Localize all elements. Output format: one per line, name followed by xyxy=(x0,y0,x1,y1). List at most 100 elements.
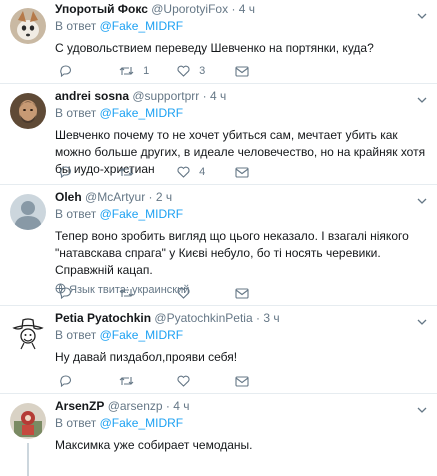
man-photo-avatar[interactable] xyxy=(10,93,46,129)
tweet[interactable]: ArsenZP @arsenzp · 4 ч В ответ @Fake_MID… xyxy=(0,394,437,476)
reply-context: В ответ @Fake_MIDRF xyxy=(55,207,429,222)
tweet-text: С удовольствием переведу Шевченко на пор… xyxy=(55,41,374,55)
retweet-button[interactable] xyxy=(119,286,140,300)
retweet-button[interactable] xyxy=(119,374,140,388)
reply-context: В ответ @Fake_MIDRF xyxy=(55,328,429,343)
reply-prefix: В ответ xyxy=(55,106,97,120)
mention-link[interactable]: @Fake_MIDRF xyxy=(100,328,184,342)
chevron-down-icon[interactable] xyxy=(417,193,427,207)
tweet-header: andrei sosna @supportprr · 4 ч xyxy=(55,89,429,104)
display-name[interactable]: Petia Pyatochkin xyxy=(55,311,151,325)
reply-icon xyxy=(59,287,72,300)
mention-link[interactable]: @Fake_MIDRF xyxy=(100,207,184,221)
reply-prefix: В ответ xyxy=(55,207,97,221)
reply-context: В ответ @Fake_MIDRF xyxy=(55,19,429,34)
reply-icon xyxy=(59,65,72,78)
tweet-header: Oleh @McArtyur · 2 ч xyxy=(55,190,429,205)
chevron-down-icon[interactable] xyxy=(417,8,427,22)
tweet[interactable]: andrei sosna @supportprr · 4 ч В ответ @… xyxy=(0,84,437,185)
mention-link[interactable]: @Fake_MIDRF xyxy=(100,416,184,430)
tweet-header: Petia Pyatochkin @PyatochkinPetia · 3 ч xyxy=(55,311,429,326)
mention-link[interactable]: @Fake_MIDRF xyxy=(100,19,184,33)
retweet-count: 1 xyxy=(143,65,150,77)
arsen-avatar[interactable] xyxy=(10,403,46,439)
default-avatar[interactable] xyxy=(10,194,46,230)
mention-link[interactable]: @Fake_MIDRF xyxy=(100,106,184,120)
direct-message-button[interactable] xyxy=(235,286,249,300)
tweet-header: Упоротый Фокс @UporotyiFox · 4 ч xyxy=(55,2,429,17)
display-name[interactable]: Oleh xyxy=(55,190,82,204)
reply-button[interactable] xyxy=(59,286,78,300)
retweet-icon xyxy=(119,65,134,77)
cowboy-avatar[interactable] xyxy=(10,315,46,351)
direct-message-button[interactable] xyxy=(235,374,249,388)
tweet-text: Максимка уже собирает чемоданы. xyxy=(55,438,253,452)
separator-dot: · xyxy=(148,190,153,204)
reply-icon xyxy=(59,166,72,179)
reply-button[interactable] xyxy=(59,64,78,78)
direct-message-button[interactable] xyxy=(235,64,249,78)
tweet-actions: 1 3 xyxy=(55,64,255,78)
heart-icon xyxy=(177,166,190,178)
timestamp[interactable]: 4 ч xyxy=(239,2,255,16)
tweet[interactable]: Упоротый Фокс @UporotyiFox · 4 ч В ответ… xyxy=(0,0,437,84)
reply-icon xyxy=(59,375,72,388)
heart-icon xyxy=(177,65,190,77)
reply-prefix: В ответ xyxy=(55,328,97,342)
heart-icon xyxy=(177,287,190,299)
like-count: 3 xyxy=(199,65,206,77)
tweet-actions xyxy=(55,286,255,300)
tweet[interactable]: Petia Pyatochkin @PyatochkinPetia · 3 ч … xyxy=(0,306,437,394)
timestamp[interactable]: 2 ч xyxy=(156,190,172,204)
user-handle[interactable]: @supportprr xyxy=(132,89,199,103)
user-handle[interactable]: @McArtyur xyxy=(85,190,145,204)
tweet-text: Ну давай пиздабол,прояви себя! xyxy=(55,350,238,364)
timestamp[interactable]: 4 ч xyxy=(210,89,226,103)
user-handle[interactable]: @UporotyiFox xyxy=(151,2,228,16)
envelope-icon xyxy=(235,375,249,387)
user-handle[interactable]: @PyatochkinPetia xyxy=(154,311,252,325)
reply-context: В ответ @Fake_MIDRF xyxy=(55,106,429,121)
separator-dot: · xyxy=(255,311,260,325)
like-count: 4 xyxy=(199,166,206,178)
like-button[interactable]: 4 xyxy=(177,165,205,179)
separator-dot: · xyxy=(165,399,170,413)
tweet[interactable]: Oleh @McArtyur · 2 ч В ответ @Fake_MIDRF… xyxy=(0,185,437,306)
reply-prefix: В ответ xyxy=(55,416,97,430)
thread-line xyxy=(27,443,29,476)
reply-prefix: В ответ xyxy=(55,19,97,33)
chevron-down-icon[interactable] xyxy=(417,92,427,106)
display-name[interactable]: ArsenZP xyxy=(55,399,104,413)
heart-icon xyxy=(177,375,190,387)
tweet-header: ArsenZP @arsenzp · 4 ч xyxy=(55,399,429,414)
retweet-icon xyxy=(119,375,134,387)
retweet-button[interactable]: 1 xyxy=(119,64,149,78)
replies-feed: Упоротый Фокс @UporotyiFox · 4 ч В ответ… xyxy=(0,0,437,476)
separator-dot: · xyxy=(202,89,207,103)
retweet-icon xyxy=(119,287,134,299)
tweet-actions xyxy=(55,374,255,388)
timestamp[interactable]: 4 ч xyxy=(173,399,189,413)
fox-avatar[interactable] xyxy=(10,8,46,44)
tweet-actions: 4 xyxy=(55,165,255,179)
envelope-icon xyxy=(235,65,249,77)
like-button[interactable]: 3 xyxy=(177,64,205,78)
reply-button[interactable] xyxy=(59,374,78,388)
direct-message-button[interactable] xyxy=(235,165,249,179)
user-handle[interactable]: @arsenzp xyxy=(108,399,163,413)
envelope-icon xyxy=(235,287,249,299)
display-name[interactable]: Упоротый Фокс xyxy=(55,2,148,16)
display-name[interactable]: andrei sosna xyxy=(55,89,129,103)
chevron-down-icon[interactable] xyxy=(417,314,427,328)
reply-button[interactable] xyxy=(59,165,78,179)
retweet-button[interactable] xyxy=(119,165,140,179)
tweet-text: Тепер воно зробить вигляд що цього неказ… xyxy=(55,229,409,277)
separator-dot: · xyxy=(231,2,236,16)
chevron-down-icon[interactable] xyxy=(417,402,427,416)
retweet-icon xyxy=(119,166,134,178)
timestamp[interactable]: 3 ч xyxy=(263,311,279,325)
like-button[interactable] xyxy=(177,374,196,388)
reply-context: В ответ @Fake_MIDRF xyxy=(55,416,429,431)
like-button[interactable] xyxy=(177,286,196,300)
envelope-icon xyxy=(235,166,249,178)
